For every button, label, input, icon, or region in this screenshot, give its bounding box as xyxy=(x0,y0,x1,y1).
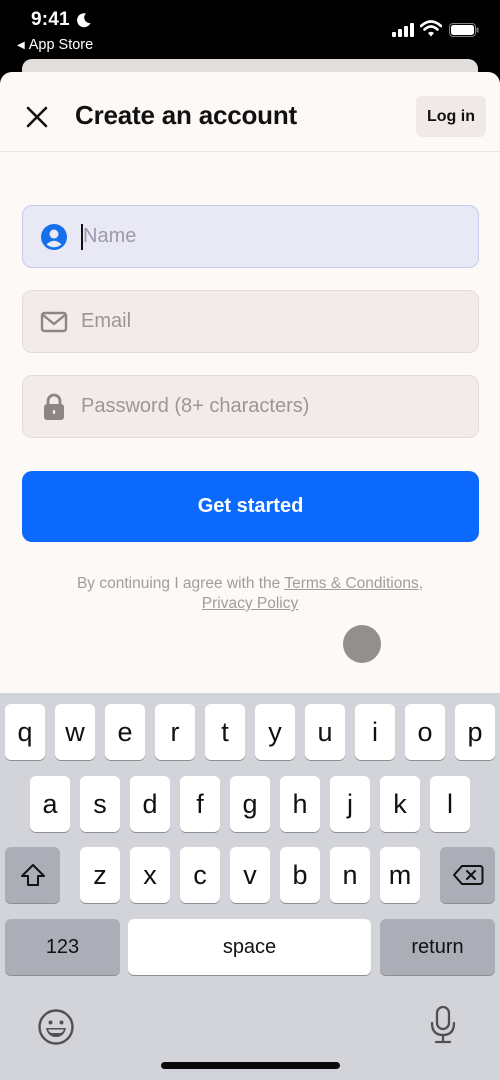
space-key[interactable]: space xyxy=(128,919,371,975)
shift-key[interactable] xyxy=(5,847,60,903)
keyboard: q w e r t y u i o p a s d f g h j k l z … xyxy=(0,693,500,1080)
key-l[interactable]: l xyxy=(430,776,470,832)
name-field[interactable]: Name xyxy=(22,205,479,268)
key-d[interactable]: d xyxy=(130,776,170,832)
get-started-button[interactable]: Get started xyxy=(22,471,479,542)
key-g[interactable]: g xyxy=(230,776,270,832)
key-x[interactable]: x xyxy=(130,847,170,903)
key-e[interactable]: e xyxy=(105,704,145,760)
numbers-key[interactable]: 123 xyxy=(5,919,120,975)
key-h[interactable]: h xyxy=(280,776,320,832)
key-b[interactable]: b xyxy=(280,847,320,903)
name-input[interactable]: Name xyxy=(83,225,136,248)
back-app-label: App Store xyxy=(28,37,94,53)
key-r[interactable]: r xyxy=(155,704,195,760)
email-field[interactable]: Email xyxy=(22,290,479,353)
sheet-header: Create an account Log in xyxy=(0,72,500,152)
key-k[interactable]: k xyxy=(380,776,420,832)
key-m[interactable]: m xyxy=(380,847,420,903)
wifi-icon xyxy=(420,20,442,37)
legal-notice: By continuing I agree with the Terms & C… xyxy=(0,574,500,614)
key-t[interactable]: t xyxy=(205,704,245,760)
legal-separator: , xyxy=(418,575,424,592)
key-s[interactable]: s xyxy=(80,776,120,832)
key-q[interactable]: q xyxy=(5,704,45,760)
envelope-icon xyxy=(40,308,68,336)
key-u[interactable]: u xyxy=(305,704,345,760)
cellular-signal-icon xyxy=(392,23,414,37)
microphone-icon[interactable] xyxy=(428,1005,458,1045)
moon-icon xyxy=(77,13,91,28)
emoji-icon[interactable] xyxy=(37,1008,75,1046)
login-button[interactable]: Log in xyxy=(416,96,486,137)
email-input[interactable]: Email xyxy=(81,310,131,333)
status-bar: 9:41 ◀ App Store xyxy=(0,0,500,60)
status-time: 9:41 xyxy=(31,9,70,30)
home-indicator xyxy=(161,1062,340,1069)
close-icon xyxy=(26,106,48,128)
key-a[interactable]: a xyxy=(30,776,70,832)
key-n[interactable]: n xyxy=(330,847,370,903)
delete-icon xyxy=(452,865,483,885)
key-f[interactable]: f xyxy=(180,776,220,832)
key-z[interactable]: z xyxy=(80,847,120,903)
person-circle-icon xyxy=(40,223,68,251)
touch-indicator xyxy=(343,625,381,663)
privacy-policy-link[interactable]: Privacy Policy xyxy=(202,595,298,612)
return-key[interactable]: return xyxy=(380,919,495,975)
terms-link[interactable]: Terms & Conditions xyxy=(284,575,418,592)
back-to-app-store[interactable]: ◀ App Store xyxy=(17,37,93,53)
key-i[interactable]: i xyxy=(355,704,395,760)
key-v[interactable]: v xyxy=(230,847,270,903)
password-field[interactable]: Password (8+ characters) xyxy=(22,375,479,438)
delete-key[interactable] xyxy=(440,847,495,903)
key-c[interactable]: c xyxy=(180,847,220,903)
close-button[interactable] xyxy=(22,102,52,132)
shift-icon xyxy=(20,864,45,886)
key-j[interactable]: j xyxy=(330,776,370,832)
page-title: Create an account xyxy=(75,100,298,130)
battery-icon xyxy=(449,23,479,37)
key-w[interactable]: w xyxy=(55,704,95,760)
lock-icon xyxy=(40,393,68,421)
legal-prefix: By continuing I agree with the xyxy=(76,575,285,592)
password-input[interactable]: Password (8+ characters) xyxy=(81,395,309,418)
key-o[interactable]: o xyxy=(405,704,445,760)
key-y[interactable]: y xyxy=(255,704,295,760)
back-triangle-icon: ◀ xyxy=(17,39,25,51)
key-p[interactable]: p xyxy=(455,704,495,760)
